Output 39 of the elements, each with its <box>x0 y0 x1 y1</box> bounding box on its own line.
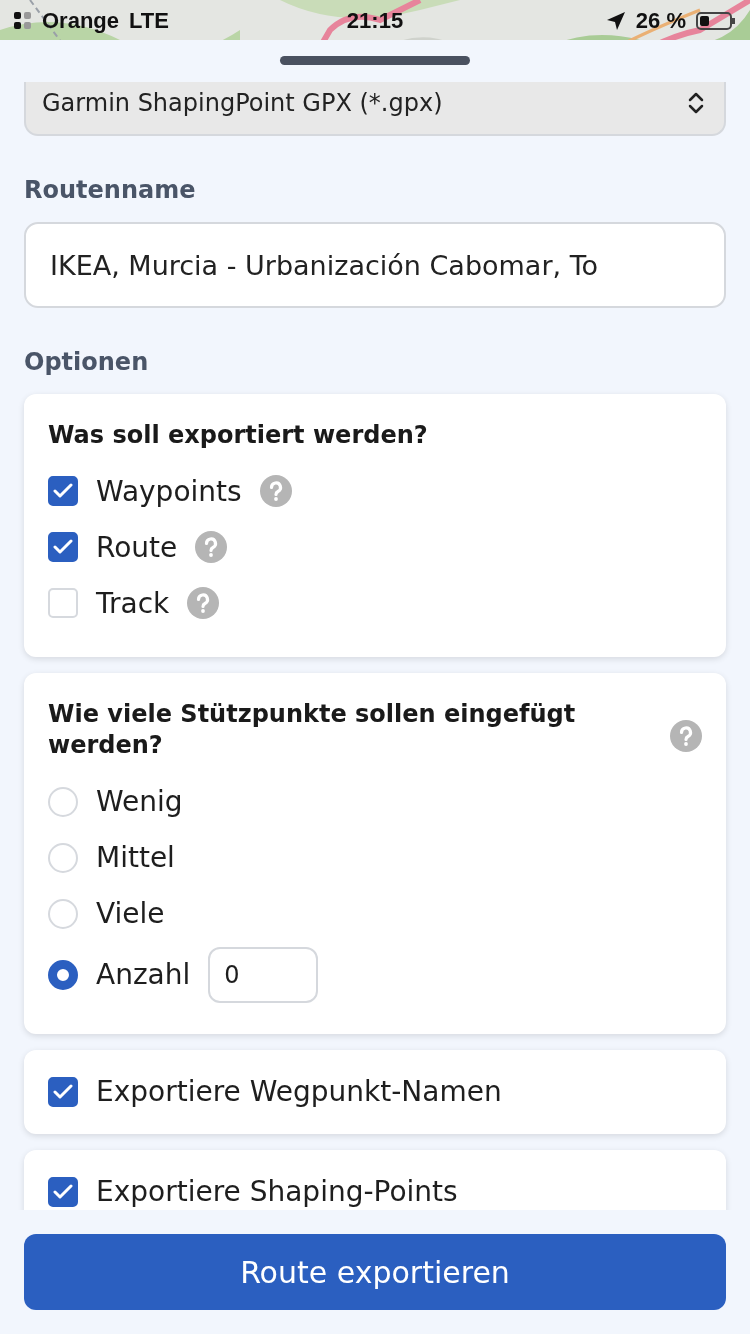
checkbox[interactable] <box>48 1176 78 1207</box>
network-type: LTE <box>129 8 169 34</box>
checkbox-label[interactable]: Waypoints <box>96 474 242 508</box>
card-title: Was soll exportiert werden? <box>48 420 429 451</box>
card-title: Wie viele Stützpunkte sollen eingefügt werden? <box>48 699 577 762</box>
checkbox-label[interactable]: Route <box>96 530 178 564</box>
clock-time: 21:15 <box>346 8 404 34</box>
battery-percentage: 26 % <box>635 8 686 34</box>
checkmark-icon <box>53 1083 73 1100</box>
help-icon[interactable] <box>195 531 228 564</box>
checkmark-icon <box>53 1183 73 1200</box>
checkmark-icon <box>53 483 73 500</box>
drag-handle[interactable] <box>280 56 470 65</box>
section-label: Optionen <box>24 348 150 376</box>
radio-label[interactable]: Wenig <box>96 785 183 819</box>
checkbox[interactable] <box>48 476 78 507</box>
location-arrow-icon <box>605 11 626 31</box>
format-select[interactable]: Garmin ShapingPoint GPX (*.gpx) <box>24 82 726 136</box>
checkbox-label[interactable]: Exportiere Shaping-Points <box>96 1175 458 1209</box>
battery-icon <box>696 11 736 31</box>
field-label: Routenname <box>24 176 197 204</box>
export-route-button[interactable]: Route exportieren <box>24 1234 726 1310</box>
checkmark-icon <box>53 539 73 556</box>
help-icon[interactable] <box>670 720 702 753</box>
help-icon[interactable] <box>187 587 220 620</box>
chevron-up-down-icon <box>688 92 704 114</box>
route-name-field[interactable]: IKEA, Murcia - Urbanización Cabomar, To <box>24 222 726 308</box>
help-icon[interactable] <box>259 475 292 508</box>
radio-label[interactable]: Anzahl <box>96 958 191 992</box>
radio-label[interactable]: Viele <box>96 897 165 931</box>
carrier-name: Orange <box>42 8 120 34</box>
app-grid-icon <box>14 12 32 30</box>
radio-button[interactable] <box>48 959 78 990</box>
checkbox-label[interactable]: Track <box>96 586 170 620</box>
checkbox-label[interactable]: Exportiere Wegpunkt-Namen <box>96 1075 502 1109</box>
checkbox[interactable] <box>48 532 78 563</box>
count-input[interactable]: 0 <box>208 946 319 1003</box>
radio-label[interactable]: Mittel <box>96 841 175 875</box>
checkbox[interactable] <box>48 1076 78 1107</box>
